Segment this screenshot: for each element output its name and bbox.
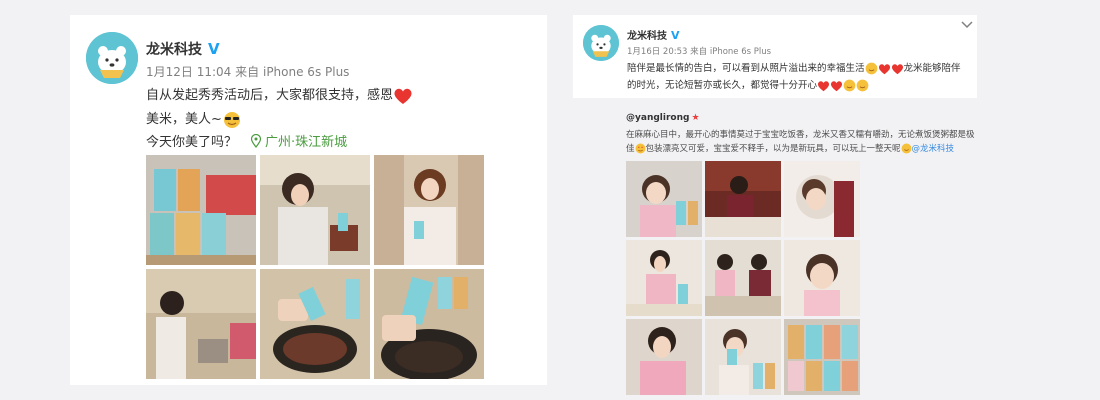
sunglasses-emoji-icon (223, 111, 240, 128)
blush-emoji-icon (865, 62, 877, 75)
quoted-text: 包装漂亮又可爱，宝宝爱不释手，以为是新玩具，可以玩上一整天呢 (645, 144, 901, 154)
post-meta: 1月12日 11:04 来自 iPhone 6s Plus (146, 63, 349, 80)
avatar[interactable] (583, 25, 619, 61)
heart-icon (394, 88, 412, 104)
photo-thumbnail[interactable] (784, 161, 860, 237)
photo-family-table (705, 240, 781, 316)
photo-thumbnail[interactable] (374, 155, 484, 265)
post-text-line-1: 陪伴是最长情的告白，可以看到从照片溢出来的幸福生活 龙米能够陪伴 (627, 60, 961, 75)
post-text: 美米，美人~ (146, 112, 222, 127)
location-link[interactable]: 广州·珠江新城 (265, 135, 347, 150)
source-prefix: 来自 (690, 47, 708, 57)
username-text[interactable]: 龙米科技 (146, 42, 202, 58)
post-text-line-2: 的时光，无论短暂亦或长久，都觉得十分开心 (627, 77, 869, 92)
photo-thumbnail[interactable] (260, 269, 370, 379)
mention-link[interactable]: @龙米科技 (912, 144, 955, 154)
polar-bear-logo (583, 25, 619, 61)
avatar[interactable] (86, 32, 138, 84)
quoted-username[interactable]: @yanglirong ★ (626, 113, 700, 123)
blush-emoji-icon (856, 79, 869, 92)
photo-mother-smile (626, 319, 702, 395)
post-meta: 1月16日 20:53 来自 iPhone 6s Plus (627, 45, 771, 57)
photo-woman-holding-can (374, 155, 484, 265)
post-text-line-3: 今天你美了吗？ 广州·珠江新城 (146, 131, 347, 150)
heart-icon (878, 63, 890, 74)
photo-thumbnail[interactable] (705, 161, 781, 237)
photo-cans (146, 155, 256, 265)
photo-baby-profile (784, 161, 860, 237)
post-text: 今天你美了吗？ (146, 135, 238, 150)
photo-baby-cans (705, 319, 781, 395)
heart-eyes-emoji-icon (635, 143, 645, 154)
photo-thumbnail[interactable] (784, 319, 860, 395)
blush-emoji-icon (843, 79, 856, 92)
photo-thumbnail[interactable] (260, 155, 370, 265)
photo-thumbnail[interactable] (146, 269, 256, 379)
photo-thumbnail[interactable] (705, 240, 781, 316)
username[interactable]: 龙米科技 V (146, 39, 220, 59)
verified-badge-icon: V (208, 40, 220, 58)
post-time[interactable]: 1月16日 20:53 (627, 47, 687, 57)
post-text: 龙米能够陪伴 (903, 63, 961, 74)
photo-baby-smiling (626, 161, 702, 237)
quoted-text: 佳 (626, 144, 635, 154)
heart-icon (830, 80, 843, 91)
username[interactable]: 龙米科技 V (627, 27, 680, 42)
post-source[interactable]: iPhone 6s Plus (263, 65, 349, 79)
chevron-down-icon[interactable] (961, 21, 973, 29)
photo-thumbnail[interactable] (705, 319, 781, 395)
quoted-text-line-1: 在麻麻心目中，最开心的事情莫过于宝宝吃饭香，龙米又香又糯有嚼劲，无论煮饭煲粥都是… (626, 130, 975, 140)
photo-thumbnail[interactable] (784, 240, 860, 316)
heart-icon (891, 63, 903, 74)
post-time[interactable]: 1月12日 11:04 (146, 65, 231, 79)
star-badge-icon: ★ (691, 113, 700, 123)
photo-thumbnail[interactable] (626, 319, 702, 395)
weibo-post-card-2: 龙米科技 V 1月16日 20:53 来自 iPhone 6s Plus 陪伴是最… (573, 15, 977, 395)
verified-badge-icon: V (671, 29, 680, 42)
photo-can-lineup (784, 319, 860, 395)
photo-pot-closeup (374, 269, 484, 379)
photo-thumbnail[interactable] (374, 269, 484, 379)
photo-grid (146, 155, 484, 379)
post-text: 的时光，无论短暂亦或长久，都觉得十分开心 (627, 80, 818, 91)
polar-bear-logo (86, 32, 138, 84)
photo-grid (626, 161, 916, 395)
photo-woman-kitchen (146, 269, 256, 379)
photo-thumbnail[interactable] (626, 161, 702, 237)
post-text: 自从发起秀秀活动后，大家都很支持，感恩 (146, 88, 394, 103)
blush-emoji-icon (901, 143, 911, 154)
username-text[interactable]: 龙米科技 (627, 31, 667, 42)
photo-thumbnail[interactable] (626, 240, 702, 316)
post-source[interactable]: iPhone 6s Plus (710, 47, 771, 57)
post-text-line-2: 美米，美人~ (146, 108, 242, 129)
location-pin-icon (251, 134, 262, 148)
quoted-text-line-2: 佳包装漂亮又可爱，宝宝爱不释手，以为是新玩具，可以玩上一整天呢 @龙米科技 (626, 142, 954, 154)
weibo-post-card-1: 龙米科技 V 1月12日 11:04 来自 iPhone 6s Plus 自从发起… (70, 15, 547, 385)
photo-baby-close (784, 240, 860, 316)
quoted-username-text[interactable]: @yanglirong (626, 113, 689, 123)
photo-woman-cooking (260, 155, 370, 265)
post-text: 陪伴是最长情的告白，可以看到从照片溢出来的幸福生活 (627, 63, 865, 74)
photo-mother-feeding (626, 240, 702, 316)
source-prefix: 来自 (235, 65, 260, 79)
post-text-line-1: 自从发起秀秀活动后，大家都很支持，感恩 (146, 84, 413, 105)
photo-pouring-can (260, 269, 370, 379)
photo-father-child (705, 161, 781, 237)
heart-icon (817, 80, 830, 91)
photo-thumbnail[interactable] (146, 155, 256, 265)
